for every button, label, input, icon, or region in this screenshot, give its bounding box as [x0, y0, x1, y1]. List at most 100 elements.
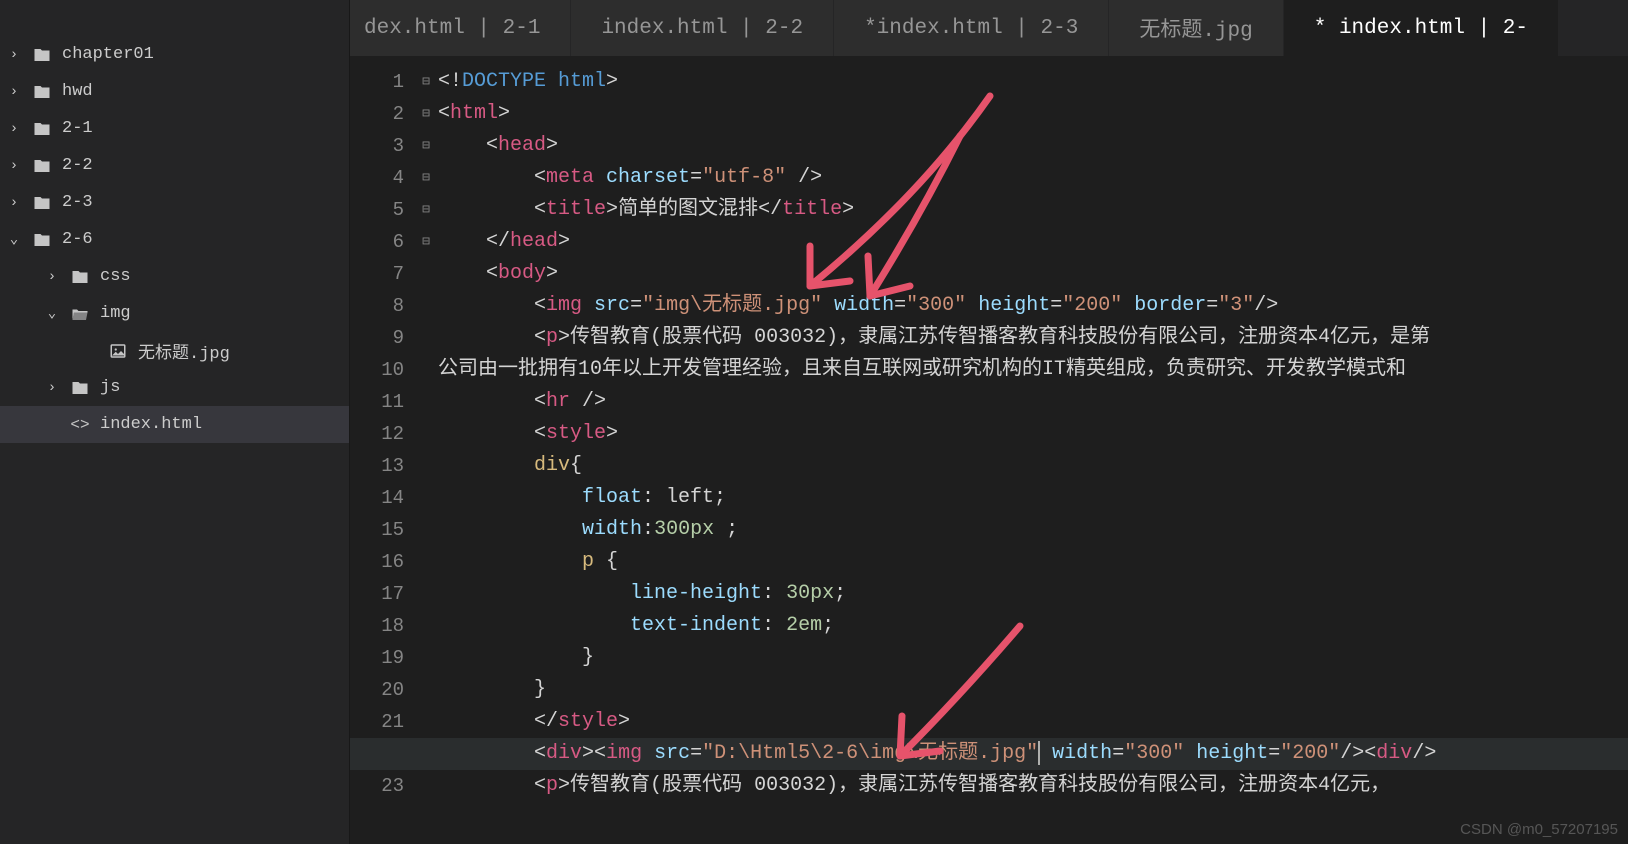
tree-item-css[interactable]: › css [0, 258, 349, 295]
line-number: 8 [350, 290, 404, 322]
tab-bar[interactable]: dex.html | 2-1index.html | 2-2*index.htm… [350, 0, 1628, 56]
line-number: 15 [350, 514, 404, 546]
code-line[interactable]: text-indent: 2em; [438, 610, 1628, 642]
tree-item-label: 2-6 [62, 230, 93, 249]
line-number: 10 [350, 354, 404, 386]
chevron-icon[interactable]: › [6, 158, 22, 174]
tree-item-img[interactable]: ⌄ img [0, 295, 349, 332]
fold-toggle[interactable]: ⊟ [414, 98, 438, 130]
fold-toggle[interactable]: ⊟ [414, 194, 438, 226]
code-line[interactable]: <meta charset="utf-8" /> [438, 162, 1628, 194]
tree-item-----jpg[interactable]: 无标题.jpg [0, 332, 349, 369]
chevron-icon[interactable]: › [6, 195, 22, 211]
code-line[interactable]: </style> [438, 706, 1628, 738]
watermark: CSDN @m0_57207195 [1460, 821, 1618, 838]
folder-icon [32, 46, 52, 64]
editor-tab[interactable]: *index.html | 2-3 [834, 0, 1109, 56]
line-number: 2 [350, 98, 404, 130]
tree-item-label: 2-3 [62, 193, 93, 212]
code-line[interactable]: <p>传智教育(股票代码 003032)，隶属江苏传智播客教育科技股份有限公司，… [438, 322, 1628, 354]
code-line[interactable]: <div><img src="D:\Html5\2-6\img\无标题.jpg"… [350, 738, 1628, 770]
chevron-icon[interactable]: › [44, 269, 60, 285]
editor-tab[interactable]: * index.html | 2- [1284, 0, 1559, 56]
tree-item-label: css [100, 267, 131, 286]
line-number: 9 [350, 322, 404, 354]
fold-toggle[interactable]: ⊟ [414, 130, 438, 162]
html-file-icon: <> [70, 416, 90, 434]
tree-item-label: chapter01 [62, 45, 154, 64]
code-line[interactable]: <!DOCTYPE html> [438, 66, 1628, 98]
folder-icon [32, 194, 52, 212]
line-number: 5 [350, 194, 404, 226]
code-line[interactable]: 公司由一批拥有10年以上开发管理经验，且来自互联网或研究机构的IT精英组成，负责… [438, 354, 1628, 386]
tree-item-2-6[interactable]: ⌄ 2-6 [0, 221, 349, 258]
chevron-icon[interactable]: › [6, 84, 22, 100]
editor-tab[interactable]: index.html | 2-2 [571, 0, 834, 56]
code-line[interactable]: } [438, 674, 1628, 706]
code-line[interactable]: <img src="img\无标题.jpg" width="300" heigh… [438, 290, 1628, 322]
tree-item-2-1[interactable]: › 2-1 [0, 110, 349, 147]
fold-toggle[interactable]: ⊟ [414, 66, 438, 98]
line-number: 23 [350, 770, 404, 802]
folder-icon [32, 157, 52, 175]
folder-icon [32, 83, 52, 101]
line-number: 21 [350, 706, 404, 738]
line-number: 7 [350, 258, 404, 290]
editor-tab[interactable]: dex.html | 2-1 [350, 0, 571, 56]
code-line[interactable]: <body> [438, 258, 1628, 290]
code-area[interactable]: <!DOCTYPE html><html> <head> <meta chars… [438, 66, 1628, 844]
tree-item-2-2[interactable]: ›2-2 [0, 147, 349, 184]
code-line[interactable]: <title>简单的图文混排</title> [438, 194, 1628, 226]
folder-icon [32, 120, 52, 138]
chevron-icon[interactable]: › [44, 380, 60, 396]
tree-item-label: hwd [62, 82, 93, 101]
chevron-icon[interactable]: ⌄ [6, 231, 22, 248]
line-number: 4 [350, 162, 404, 194]
code-editor[interactable]: 1234567891011121314151617181920212223 ⊟⊟… [350, 56, 1628, 844]
tree-item-label: index.html [100, 415, 202, 434]
chevron-icon[interactable]: › [6, 121, 22, 137]
code-line[interactable]: div{ [438, 450, 1628, 482]
code-line[interactable]: </head> [438, 226, 1628, 258]
code-line[interactable]: width:300px ; [438, 514, 1628, 546]
chevron-icon[interactable]: ⌄ [44, 305, 60, 322]
code-line[interactable]: <head> [438, 130, 1628, 162]
tree-item-label: img [100, 304, 131, 323]
line-number: 19 [350, 642, 404, 674]
line-number: 14 [350, 482, 404, 514]
line-number: 20 [350, 674, 404, 706]
tree-item-label: 2-1 [62, 119, 93, 138]
code-line[interactable]: p { [438, 546, 1628, 578]
code-line[interactable]: } [438, 642, 1628, 674]
tree-item-2-3[interactable]: › 2-3 [0, 184, 349, 221]
folder-icon [70, 379, 90, 397]
editor-pane: dex.html | 2-1index.html | 2-2*index.htm… [350, 0, 1628, 844]
code-line[interactable]: line-height: 30px; [438, 578, 1628, 610]
folder-open-icon [70, 305, 90, 323]
file-explorer[interactable]: ›chapter01›hwd›2-1›2-2›2-3⌄2-6›css⌄img无标… [0, 0, 350, 844]
fold-column[interactable]: ⊟⊟⊟⊟⊟⊟ [414, 66, 438, 844]
tree-item-index-html[interactable]: <> index.html [0, 406, 349, 443]
tree-item-hwd[interactable]: › hwd [0, 73, 349, 110]
code-line[interactable]: float: left; [438, 482, 1628, 514]
line-number: 1 [350, 66, 404, 98]
fold-toggle[interactable]: ⊟ [414, 226, 438, 258]
fold-toggle[interactable]: ⊟ [414, 162, 438, 194]
tree-item-label: 无标题.jpg [138, 338, 230, 364]
folder-icon [70, 268, 90, 286]
tree-item-chapter01[interactable]: › chapter01 [0, 36, 349, 73]
editor-tab[interactable]: 无标题.jpg [1109, 0, 1283, 56]
line-number: 13 [350, 450, 404, 482]
image-file-icon [108, 342, 128, 360]
line-number: 6 [350, 226, 404, 258]
code-line[interactable]: <style> [438, 418, 1628, 450]
line-number: 12 [350, 418, 404, 450]
line-number: 16 [350, 546, 404, 578]
chevron-icon[interactable]: › [6, 47, 22, 63]
tree-item-js[interactable]: ›js [0, 369, 349, 406]
line-gutter: 1234567891011121314151617181920212223 [350, 66, 414, 844]
line-number: 11 [350, 386, 404, 418]
code-line[interactable]: <html> [438, 98, 1628, 130]
code-line[interactable]: <hr /> [438, 386, 1628, 418]
code-line[interactable]: <p>传智教育(股票代码 003032)，隶属江苏传智播客教育科技股份有限公司，… [438, 770, 1628, 802]
